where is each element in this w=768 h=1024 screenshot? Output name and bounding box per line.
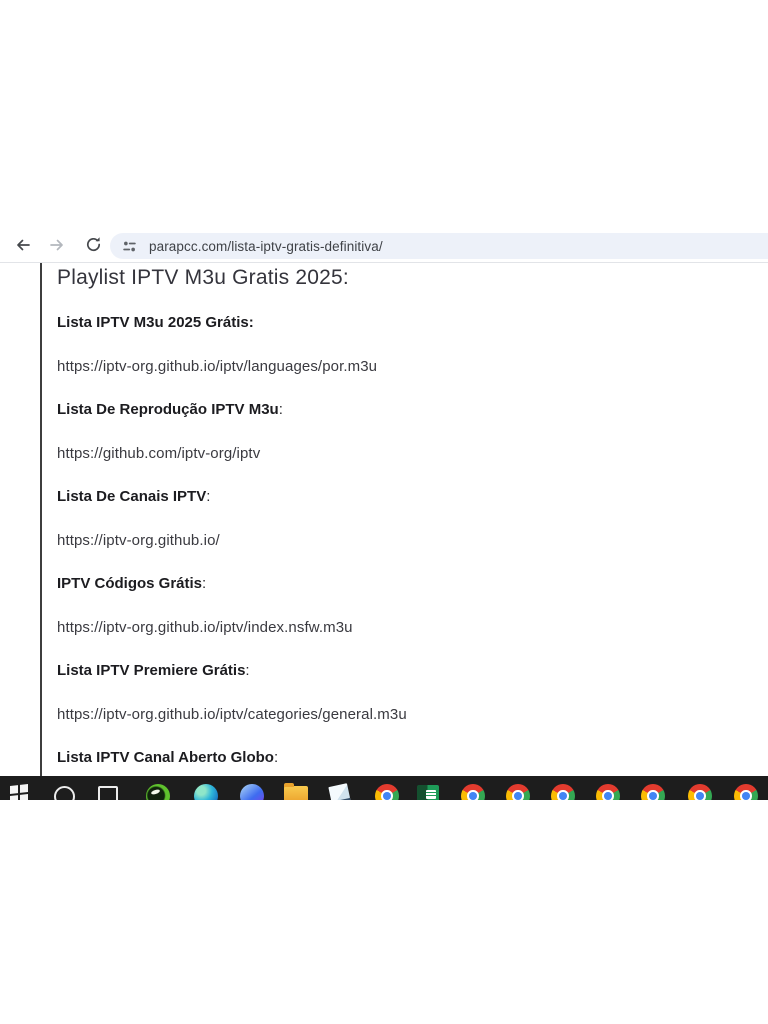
chrome-icon[interactable]: [641, 784, 665, 800]
playlist-section-title: Lista IPTV M3u 2025 Grátis:: [57, 314, 254, 331]
windows-taskbar: [0, 776, 768, 800]
chrome-icon[interactable]: [551, 784, 575, 800]
forward-arrow-icon: [48, 236, 66, 257]
copilot-icon[interactable]: [240, 784, 264, 800]
chrome-icon[interactable]: [375, 784, 399, 800]
page-title: Playlist IPTV M3u Gratis 2025:: [57, 266, 349, 289]
edge-icon[interactable]: [194, 784, 218, 800]
chrome-icon[interactable]: [688, 784, 712, 800]
excel-icon[interactable]: [417, 785, 439, 800]
playlist-section-url: https://iptv-org.github.io/iptv/categori…: [57, 705, 407, 723]
page-content: Playlist IPTV M3u Gratis 2025: Lista IPT…: [57, 266, 717, 794]
file-explorer-icon[interactable]: [284, 783, 308, 800]
chrome-icon[interactable]: [461, 784, 485, 800]
playlist-section-title: Lista De Canais IPTV:: [57, 488, 211, 505]
playlist-section: Lista IPTV M3u 2025 Grátis: https://iptv…: [57, 315, 717, 375]
reload-button[interactable]: [82, 235, 104, 257]
windows-start-icon[interactable]: [10, 784, 28, 800]
playlist-section: Lista IPTV Premiere Grátis: https://iptv…: [57, 663, 717, 723]
chrome-icon[interactable]: [506, 784, 530, 800]
back-button[interactable]: [12, 235, 34, 257]
windows-pane: [20, 784, 28, 793]
playlist-section-url: https://iptv-org.github.io/iptv/index.ns…: [57, 618, 353, 636]
task-view-icon[interactable]: [98, 786, 118, 800]
playlist-section-title: Lista IPTV Premiere Grátis:: [57, 662, 250, 679]
page-left-border: [40, 263, 42, 776]
windows-pane: [20, 794, 28, 800]
chrome-icon[interactable]: [596, 784, 620, 800]
notepad-icon[interactable]: [328, 783, 351, 800]
playlist-sections: Lista IPTV M3u 2025 Grátis: https://iptv…: [57, 315, 717, 766]
playlist-section-url: https://github.com/iptv-org/iptv: [57, 444, 261, 462]
playlist-section-title: Lista IPTV Canal Aberto Globo:: [57, 749, 279, 766]
search-icon[interactable]: [54, 786, 75, 800]
forward-button[interactable]: [46, 235, 68, 257]
playlist-section: Lista De Canais IPTV: https://iptv-org.g…: [57, 489, 717, 549]
windows-pane: [10, 795, 18, 800]
back-arrow-icon: [14, 236, 32, 257]
url-text[interactable]: parapcc.com/lista-iptv-gratis-definitiva…: [149, 239, 383, 254]
green-app-icon[interactable]: [146, 784, 170, 800]
chrome-icon[interactable]: [734, 784, 758, 800]
playlist-section-url: https://iptv-org.github.io/iptv/language…: [57, 357, 378, 375]
browser-toolbar: parapcc.com/lista-iptv-gratis-definitiva…: [0, 230, 768, 263]
site-info-icon[interactable]: [122, 239, 137, 254]
windows-pane: [10, 785, 18, 794]
playlist-section-title: Lista De Reprodução IPTV M3u:: [57, 401, 283, 418]
url-bar[interactable]: parapcc.com/lista-iptv-gratis-definitiva…: [110, 233, 768, 259]
playlist-section: Lista De Reprodução IPTV M3u: https://gi…: [57, 402, 717, 462]
reload-icon: [85, 236, 102, 256]
playlist-section-url: https://iptv-org.github.io/: [57, 531, 220, 549]
playlist-section-title: IPTV Códigos Grátis:: [57, 575, 207, 592]
playlist-section: IPTV Códigos Grátis: https://iptv-org.gi…: [57, 576, 717, 636]
playlist-section: Lista IPTV Canal Aberto Globo:: [57, 750, 717, 766]
